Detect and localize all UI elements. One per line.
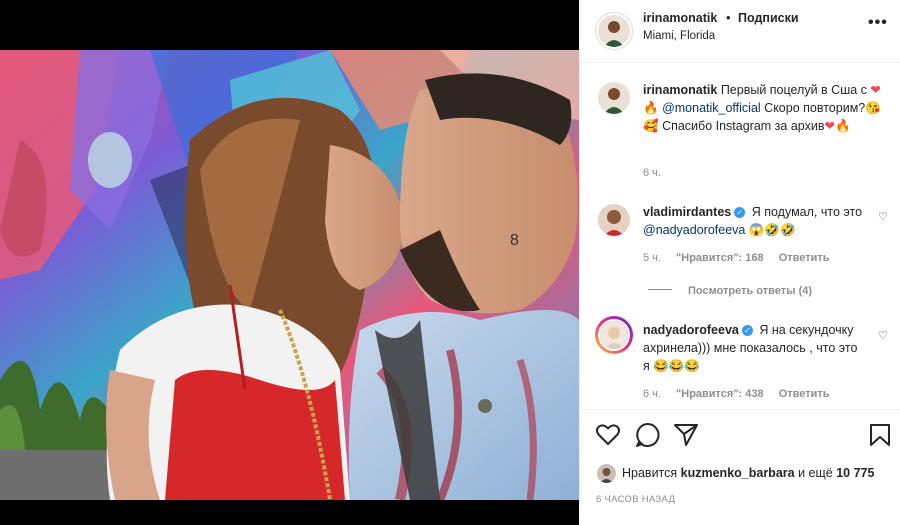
caption-text-2: Скоро повторим? (764, 101, 866, 115)
laughing-emoji: 😂 (684, 359, 700, 373)
svg-text:8: 8 (510, 232, 519, 249)
comment-likes[interactable]: "Нравится": 168 (676, 252, 764, 264)
author-username[interactable]: irinamonatik (643, 11, 717, 25)
laughing-emoji: 😂 (668, 359, 685, 373)
follow-separator: • (726, 10, 731, 25)
comment-time[interactable]: 5 ч. (643, 252, 661, 264)
heart-icon[interactable] (595, 423, 621, 447)
likes-count[interactable]: 10 775 (836, 466, 874, 480)
instagram-post-window: 8 irinamonatik • Подписки Miami, Florida… (0, 0, 900, 525)
comment-author[interactable]: vladimirdantes (643, 205, 731, 219)
view-replies-button[interactable]: Посмотреть ответы (4) (648, 285, 812, 297)
love-face-emoji: 🥰 (643, 119, 659, 133)
comment-icon[interactable] (634, 422, 660, 448)
post-location[interactable]: Miami, Florida (643, 30, 715, 42)
comment-meta: 6 ч. "Нравится": 438 Ответить (643, 388, 842, 400)
caption-text-3: Спасибо Instagram за архив (662, 119, 825, 133)
caption-time[interactable]: 6 ч. (643, 167, 661, 179)
likes-suffix: и ещё (798, 466, 833, 480)
comment-reply-button[interactable]: Ответить (779, 388, 830, 400)
likes-prefix: Нравится (622, 466, 678, 480)
comment-mention[interactable]: @nadyadorofeeva (643, 223, 745, 237)
verified-icon: ✓ (741, 325, 753, 336)
liker-avatar[interactable] (597, 464, 616, 483)
comment-avatar[interactable] (598, 319, 630, 351)
likes-summary: Нравится kuzmenko_barbara и ещё 10 775 (622, 466, 874, 480)
kiss-emoji: 😘 (865, 101, 881, 115)
comment-time[interactable]: 6 ч. (643, 388, 661, 400)
share-icon[interactable] (673, 423, 699, 447)
comment-text: Я подумал, что это (751, 205, 863, 219)
comment-reply-button[interactable]: Ответить (779, 252, 830, 264)
photo-pane: 8 (0, 0, 579, 525)
bookmark-icon[interactable] (869, 423, 891, 447)
post-side-panel: irinamonatik • Подписки Miami, Florida •… (579, 0, 900, 525)
author-avatar[interactable] (598, 15, 630, 47)
scared-emoji: 😱 (748, 223, 765, 237)
caption-text-1: Первый поцелуй в Сша с (720, 83, 867, 97)
liker-username[interactable]: kuzmenko_barbara (681, 466, 795, 480)
comment-text-block: vladimirdantes ✓ Я подумал, что это @nady… (643, 203, 871, 239)
comment-meta: 5 ч. "Нравится": 168 Ответить (643, 252, 842, 264)
comment-like-heart-icon[interactable]: ♡ (878, 210, 888, 223)
comment-likes[interactable]: "Нравится": 438 (676, 388, 764, 400)
heart-emoji: ❤ (870, 83, 881, 97)
replies-line (648, 289, 672, 290)
comment-text-block: nadyadorofeeva ✓ Я на секундочку ахринела… (643, 321, 865, 375)
post-timestamp[interactable]: 6 ЧАСОВ НАЗАД (596, 494, 675, 505)
post-actions: Нравится kuzmenko_barbara и ещё 10 775 6… (580, 409, 900, 519)
more-icon[interactable]: ••• (868, 14, 888, 32)
post-header: irinamonatik • Подписки Miami, Florida •… (580, 0, 900, 63)
comment-author[interactable]: nadyadorofeeva (643, 323, 739, 337)
caption-meta: 6 ч. (643, 167, 673, 179)
caption-author-avatar[interactable] (598, 82, 630, 114)
verified-icon: ✓ (734, 207, 746, 218)
view-replies-label: Посмотреть ответы (4) (688, 285, 813, 297)
laughing-emoji: 🤣 (779, 223, 796, 237)
comment-avatar[interactable] (598, 204, 630, 236)
post-photo[interactable]: 8 (0, 50, 579, 500)
fire-emoji: 🔥 (643, 101, 659, 115)
comments-list: irinamonatik Первый поцелуй в Сша с ❤🔥 @… (580, 64, 900, 409)
laughing-emoji: 🤣 (764, 223, 780, 237)
laughing-emoji: 😂 (653, 359, 669, 373)
following-button[interactable]: Подписки (738, 11, 799, 25)
caption-author[interactable]: irinamonatik (643, 83, 717, 97)
caption-mention[interactable]: @monatik_official (662, 101, 761, 115)
fire-emoji: 🔥 (834, 119, 851, 133)
caption-text-block: irinamonatik Первый поцелуй в Сша с ❤🔥 @… (643, 81, 883, 135)
heart-emoji: ❤ (824, 119, 835, 133)
comment-like-heart-icon[interactable]: ♡ (878, 329, 888, 342)
